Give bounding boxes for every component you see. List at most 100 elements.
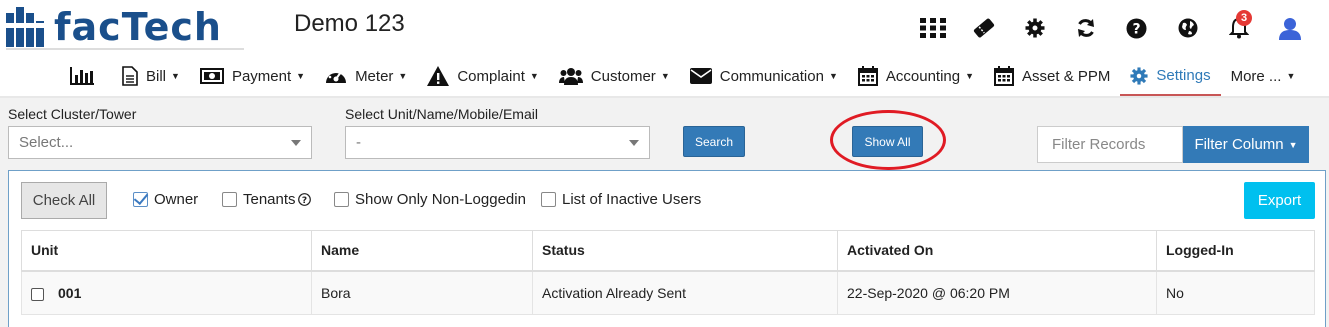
ticket-icon[interactable] <box>958 12 1009 44</box>
cell-status: Activation Already Sent <box>532 270 838 315</box>
caret-down-icon: ▼ <box>965 71 975 81</box>
notification-badge: 3 <box>1236 10 1252 26</box>
column-header-unit[interactable]: Unit <box>21 230 312 272</box>
apps-grid-icon[interactable] <box>907 12 958 44</box>
money-icon <box>199 68 224 84</box>
calendar-icon <box>994 66 1015 86</box>
nav-item-communication[interactable]: Communication ▼ <box>680 56 848 96</box>
nav-item-meter[interactable]: Meter ▼ <box>315 56 417 96</box>
owner-label: Owner <box>154 191 199 208</box>
chevron-down-icon <box>629 140 639 146</box>
unit-select-value: - <box>356 134 361 151</box>
checkbox-icon <box>334 192 349 207</box>
users-panel: Check All Owner Tenants ? Show Only Non-… <box>8 170 1326 327</box>
caret-down-icon: ▼ <box>1286 71 1296 81</box>
non-loggedin-label: Show Only Non-Loggedin <box>355 191 526 208</box>
column-header-logged-in[interactable]: Logged-In <box>1156 230 1315 272</box>
logo: facTech <box>6 6 244 50</box>
cluster-select[interactable]: Select... <box>8 126 312 159</box>
nav-item-bill[interactable]: Bill ▼ <box>112 56 190 96</box>
nav-item-asset-ppm[interactable]: Asset & PPM <box>984 56 1120 96</box>
owner-checkbox[interactable]: Owner <box>133 191 198 208</box>
dashboard-icon <box>326 69 347 83</box>
nav-item-reports[interactable] <box>60 56 112 96</box>
calendar-icon <box>857 66 878 86</box>
export-button[interactable]: Export <box>1244 182 1315 219</box>
logo-mark-icon <box>6 7 50 47</box>
logo-text: facTech <box>54 5 222 49</box>
nav-label: Communication <box>719 67 824 85</box>
main-nav: Bill ▼ Payment ▼ Meter ▼ Complaint ▼ Custome… <box>60 55 1306 97</box>
nav-item-payment[interactable]: Payment ▼ <box>190 56 315 96</box>
column-header-name[interactable]: Name <box>311 230 533 272</box>
help-circle-icon: ? <box>297 193 311 206</box>
svg-text:?: ? <box>301 196 306 206</box>
nav-label: Meter <box>355 67 394 85</box>
cluster-label: Select Cluster/Tower <box>8 106 137 122</box>
users-table: Unit Name Status Activated On Logged-In … <box>21 230 1315 315</box>
inactive-users-checkbox[interactable]: List of Inactive Users <box>541 191 701 208</box>
caret-down-icon: ▼ <box>828 71 838 81</box>
inactive-users-label: List of Inactive Users <box>562 191 702 208</box>
top-toolbar: ? 3 <box>907 10 1315 44</box>
checkbox-icon <box>222 192 237 207</box>
user-icon[interactable] <box>1264 12 1315 44</box>
nav-item-more[interactable]: More ... ▼ <box>1221 56 1306 96</box>
tenants-label: Tenants <box>243 191 296 208</box>
refresh-icon[interactable] <box>1060 12 1111 44</box>
nav-label: Accounting <box>885 67 961 85</box>
envelope-icon <box>689 68 712 84</box>
cell-activated-on: 22-Sep-2020 @ 06:20 PM <box>837 270 1157 315</box>
app-title: Demo 123 <box>294 10 405 37</box>
caret-down-icon: ▼ <box>171 71 180 81</box>
nav-label: Settings <box>1156 67 1211 84</box>
checkbox-checked-icon <box>133 192 148 207</box>
nav-label: Customer <box>590 67 656 85</box>
check-all-button[interactable]: Check All <box>21 182 107 219</box>
tenants-checkbox[interactable]: Tenants ? <box>222 191 311 208</box>
cell-unit-value: 001 <box>58 284 82 301</box>
nav-item-complaint[interactable]: Complaint ▼ <box>417 56 548 96</box>
filter-records-input[interactable]: Filter Records <box>1037 126 1183 163</box>
nav-label: Complaint <box>457 67 525 85</box>
column-header-status[interactable]: Status <box>532 230 838 272</box>
nav-label: Asset & PPM <box>1022 67 1111 85</box>
gear-icon[interactable] <box>1009 12 1060 44</box>
users-icon <box>558 68 583 85</box>
cell-logged-in: No <box>1156 270 1315 315</box>
table-row[interactable]: 001 Bora Activation Already Sent 22-Sep-… <box>21 270 1315 315</box>
non-loggedin-checkbox[interactable]: Show Only Non-Loggedin <box>334 191 526 208</box>
globe-icon[interactable] <box>1162 12 1213 44</box>
caret-down-icon: ▼ <box>660 71 670 81</box>
unit-select[interactable]: - <box>345 126 650 159</box>
nav-item-settings[interactable]: Settings <box>1120 55 1221 97</box>
caret-down-icon: ▼ <box>529 71 539 81</box>
nav-label: More ... <box>1230 67 1282 85</box>
checkbox-icon <box>541 192 556 207</box>
svg-text:?: ? <box>1132 21 1140 37</box>
caret-down-icon: ▼ <box>1288 139 1298 150</box>
nav-label: Bill <box>146 67 167 85</box>
search-button[interactable]: Search <box>683 126 745 157</box>
file-icon <box>122 66 138 86</box>
unit-label: Select Unit/Name/Mobile/Email <box>345 106 538 122</box>
bell-icon[interactable]: 3 <box>1213 10 1264 44</box>
cluster-select-value: Select... <box>19 134 74 151</box>
table-header-row: Unit Name Status Activated On Logged-In <box>21 230 1315 272</box>
filter-column-button[interactable]: Filter Column ▼ <box>1183 126 1309 163</box>
cell-unit: 001 <box>21 270 312 315</box>
nav-item-accounting[interactable]: Accounting ▼ <box>848 56 984 96</box>
highlight-circle <box>830 110 946 170</box>
nav-label: Payment <box>231 67 292 85</box>
caret-down-icon: ▼ <box>398 71 408 81</box>
filter-column-label: Filter Column <box>1194 136 1284 153</box>
warning-icon <box>427 66 450 86</box>
column-header-activated-on[interactable]: Activated On <box>837 230 1157 272</box>
chevron-down-icon <box>291 140 301 146</box>
nav-item-customer[interactable]: Customer ▼ <box>549 56 680 96</box>
cell-name: Bora <box>311 270 533 315</box>
row-checkbox[interactable] <box>31 287 44 301</box>
gear-icon <box>1130 66 1148 85</box>
help-icon[interactable]: ? <box>1111 12 1162 44</box>
caret-down-icon: ▼ <box>296 71 306 81</box>
